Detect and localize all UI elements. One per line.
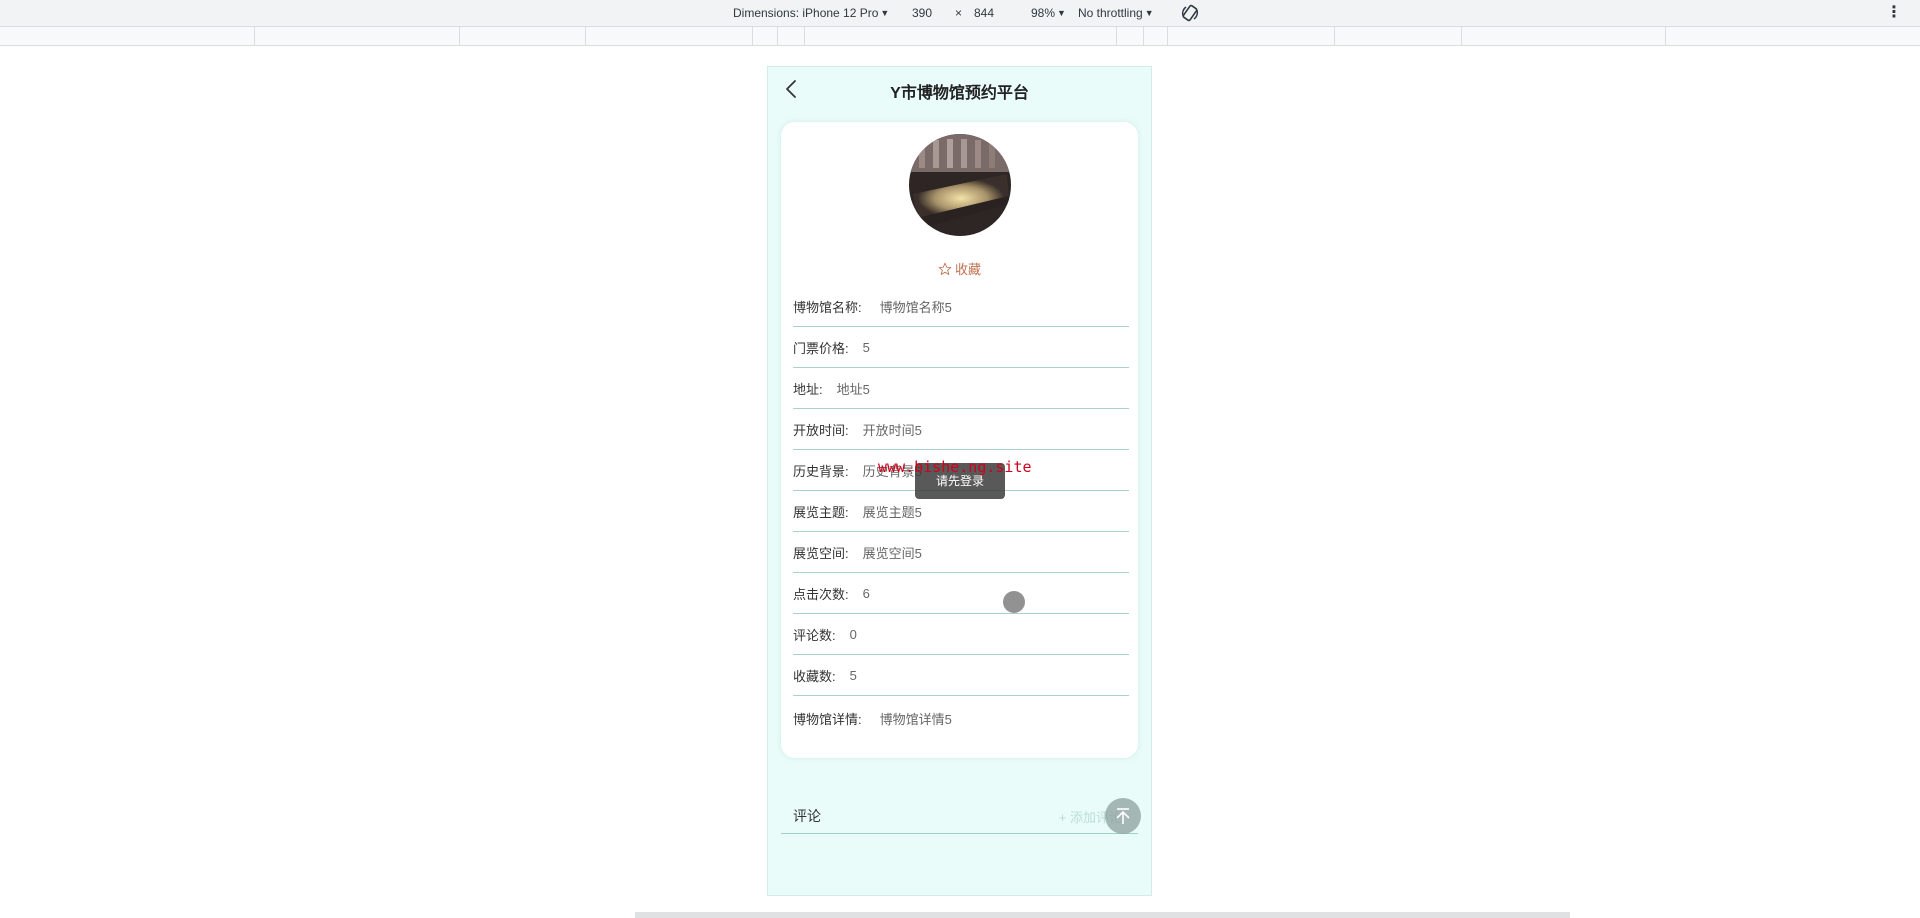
ruler-segment[interactable] xyxy=(1461,27,1462,46)
caret-down-icon: ▼ xyxy=(1144,8,1154,18)
info-row-details: 博物馆详情: 博物馆详情5 xyxy=(793,711,952,727)
touch-cursor xyxy=(1003,591,1025,613)
throttling-select[interactable]: No throttling ▼ xyxy=(1078,6,1154,21)
rotate-icon[interactable] xyxy=(1180,3,1200,23)
museum-info-list: 博物馆名称: 博物馆名称5 门票价格: 5 地址: 地址5 开放时间: 开放时间5 历史… xyxy=(793,286,1129,740)
info-row-address: 地址: 地址5 xyxy=(793,368,1129,409)
museum-photo xyxy=(909,134,1011,236)
ruler-segment[interactable] xyxy=(777,27,778,46)
favorite-button[interactable]: 收藏 xyxy=(781,259,1138,278)
page-title: Y市博物馆预约平台 xyxy=(890,85,1029,102)
ruler-segment[interactable] xyxy=(1334,27,1335,46)
bottom-scrollbar[interactable] xyxy=(635,912,1570,918)
ruler-segment[interactable] xyxy=(1167,27,1168,46)
ruler-segment[interactable] xyxy=(1665,27,1666,46)
back-to-top-button[interactable] xyxy=(1105,798,1141,834)
comment-section-header: 评论 + 添加评论 xyxy=(781,797,1138,834)
museum-detail-card: 收藏 博物馆名称: 博物馆名称5 门票价格: 5 地址: 地址5 开放时间: 开放时间5… xyxy=(781,122,1138,758)
info-row-comment-count: 评论数: 0 xyxy=(793,614,1129,655)
device-height-input[interactable]: 844 xyxy=(974,6,994,21)
arrow-up-icon xyxy=(1116,808,1130,824)
comment-label: 评论 xyxy=(793,808,821,824)
info-row-clicks: 点击次数: 6 xyxy=(793,573,1129,614)
page-header: Y市博物馆预约平台 xyxy=(768,67,1151,111)
ruler-segment[interactable] xyxy=(804,27,805,46)
info-row-name: 博物馆名称: 博物馆名称5 xyxy=(793,286,1129,327)
caret-down-icon: ▼ xyxy=(880,8,890,18)
ruler-segment[interactable] xyxy=(459,27,460,46)
info-row-favorite-count: 收藏数: 5 xyxy=(793,655,1129,696)
info-row-exhibition-space: 展览空间: 展览空间5 xyxy=(793,532,1129,573)
info-row-price: 门票价格: 5 xyxy=(793,327,1129,368)
device-width-input[interactable]: 390 xyxy=(912,6,932,21)
ruler-segment[interactable] xyxy=(585,27,586,46)
ruler-segment[interactable] xyxy=(1116,27,1117,46)
ruler-segment[interactable] xyxy=(1143,27,1144,46)
star-icon xyxy=(938,262,952,275)
device-dimensions-select[interactable]: Dimensions: iPhone 12 Pro ▼ xyxy=(733,6,889,21)
caret-down-icon: ▼ xyxy=(1057,8,1066,18)
dimension-times-icon: × xyxy=(955,6,963,20)
watermark-text: www.bishe.ng.site xyxy=(878,458,1032,476)
info-row-opening-hours: 开放时间: 开放时间5 xyxy=(793,409,1129,450)
devtools-device-toolbar: Dimensions: iPhone 12 Pro ▼ 390 × 844 98%… xyxy=(0,0,1920,27)
media-query-ruler xyxy=(0,27,1920,46)
ruler-segment[interactable] xyxy=(254,27,255,46)
more-options-icon[interactable]: ⋮ xyxy=(1886,4,1902,22)
ruler-segment[interactable] xyxy=(752,27,753,46)
zoom-select[interactable]: 98% ▼ xyxy=(1031,6,1066,21)
